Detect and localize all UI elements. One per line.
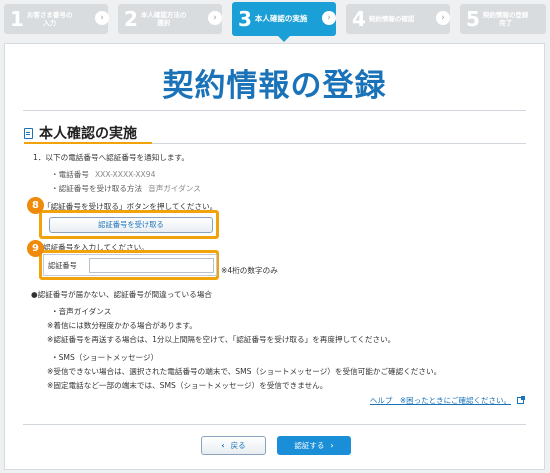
section-underline — [24, 142, 152, 144]
phone-number-row: ・電話番号 XXX-XXXX-XX94 — [51, 169, 155, 180]
step-3-current: 3 本人確認の実施 — [232, 2, 336, 42]
step-2-number: 2 — [124, 7, 138, 31]
step-5-number: 5 — [466, 7, 480, 31]
step-5: 5 契約情報の登録 完了 — [460, 4, 546, 34]
step-4: 4 契約情報の確認 — [346, 4, 450, 34]
phone-number-value: XXX-XXXX-XX94 — [94, 170, 156, 179]
voice-note-1: ※着信には数分程度かかる場合があります。 — [47, 321, 197, 330]
step-separator-icon: › — [436, 11, 450, 25]
verification-code-label: 認証番号 — [48, 261, 77, 270]
step-3-number: 3 — [238, 7, 252, 31]
step-badge-8: 8 — [27, 197, 44, 214]
authenticate-button-label: 認証する — [294, 441, 325, 450]
section-heading: 本人確認の実施 — [24, 123, 137, 143]
step-separator-icon: › — [208, 11, 222, 25]
sms-note-2: ※固定電話など一部の端末では、SMS（ショートメッセージ）を受信できません。 — [47, 381, 328, 390]
receive-method-value: 音声ガイダンス — [148, 184, 201, 193]
step-2-label: 本人確認方法の 選択 — [140, 10, 187, 27]
verification-code-field: 認証番号 — [43, 254, 217, 276]
voice-note-2: ※認証番号を再送する場合は、1分以上間隔を空けて、「認証番号を受け取る」を再度押… — [47, 335, 396, 344]
section-divider — [152, 143, 526, 144]
external-link-icon — [517, 396, 525, 404]
step-4-label: 契約情報の確認 — [368, 14, 415, 23]
help-link[interactable]: ヘルプ ※困ったときにご確認ください。 — [369, 395, 525, 406]
page-title: 契約情報の登録 — [162, 68, 387, 104]
step-2: 2 本人確認方法の 選択 — [118, 4, 222, 34]
phone-number-label: ・電話番号 — [51, 170, 89, 179]
verification-code-input[interactable] — [89, 258, 214, 273]
step-separator-icon: › — [322, 11, 336, 25]
document-icon — [24, 127, 33, 139]
voice-guidance-heading: ・音声ガイダンス — [51, 307, 112, 316]
help-link-text: ヘルプ ※困ったときにご確認ください。 — [369, 396, 511, 405]
receive-method-row: ・認証番号を受け取る方法 音声ガイダンス — [51, 183, 201, 194]
step-3-label: 本人確認の実施 — [254, 14, 308, 24]
step-1: 1 お客さま番号の 入力 — [4, 4, 108, 34]
code-format-note: ※4桁の数字のみ — [221, 266, 278, 275]
step-1-label: お客さま番号の 入力 — [26, 10, 73, 27]
title-divider — [23, 110, 526, 111]
step-1-number: 1 — [10, 7, 24, 31]
main-panel: 契約情報の登録 本人確認の実施 1．以下の電話番号へ認証番号を通知します。 ・電… — [4, 43, 545, 470]
chevron-left-icon: ‹ — [221, 441, 225, 450]
sms-heading: ・SMS（ショートメッセージ） — [51, 353, 159, 362]
receive-code-button[interactable]: 認証番号を受け取る — [49, 217, 213, 233]
step-5-label: 契約情報の登録 完了 — [482, 10, 529, 27]
authenticate-button[interactable]: 認証する › — [277, 436, 351, 455]
step-badge-9: 9 — [27, 240, 44, 257]
footer-divider — [23, 424, 526, 425]
step-separator-icon: › — [95, 11, 109, 25]
chevron-right-icon: › — [330, 441, 334, 450]
back-button-label: 戻る — [230, 441, 246, 450]
section-title: 本人確認の実施 — [39, 126, 137, 142]
receive-method-label: ・認証番号を受け取る方法 — [51, 184, 143, 193]
back-button[interactable]: ‹ 戻る — [201, 436, 266, 455]
step-progress-bar: 1 お客さま番号の 入力 › 2 本人確認方法の 選択 › 3 本人確認の実施 › … — [0, 0, 550, 42]
sms-note-1: ※受信できない場合は、選択された電話番号の端末で、SMS（ショートメッセージ）を… — [47, 367, 442, 376]
instruction-item-1: 1．以下の電話番号へ認証番号を通知します。 — [33, 153, 189, 162]
step-4-number: 4 — [352, 7, 366, 31]
trouble-heading: ●認証番号が届かない、認証番号が間違っている場合 — [31, 290, 212, 299]
